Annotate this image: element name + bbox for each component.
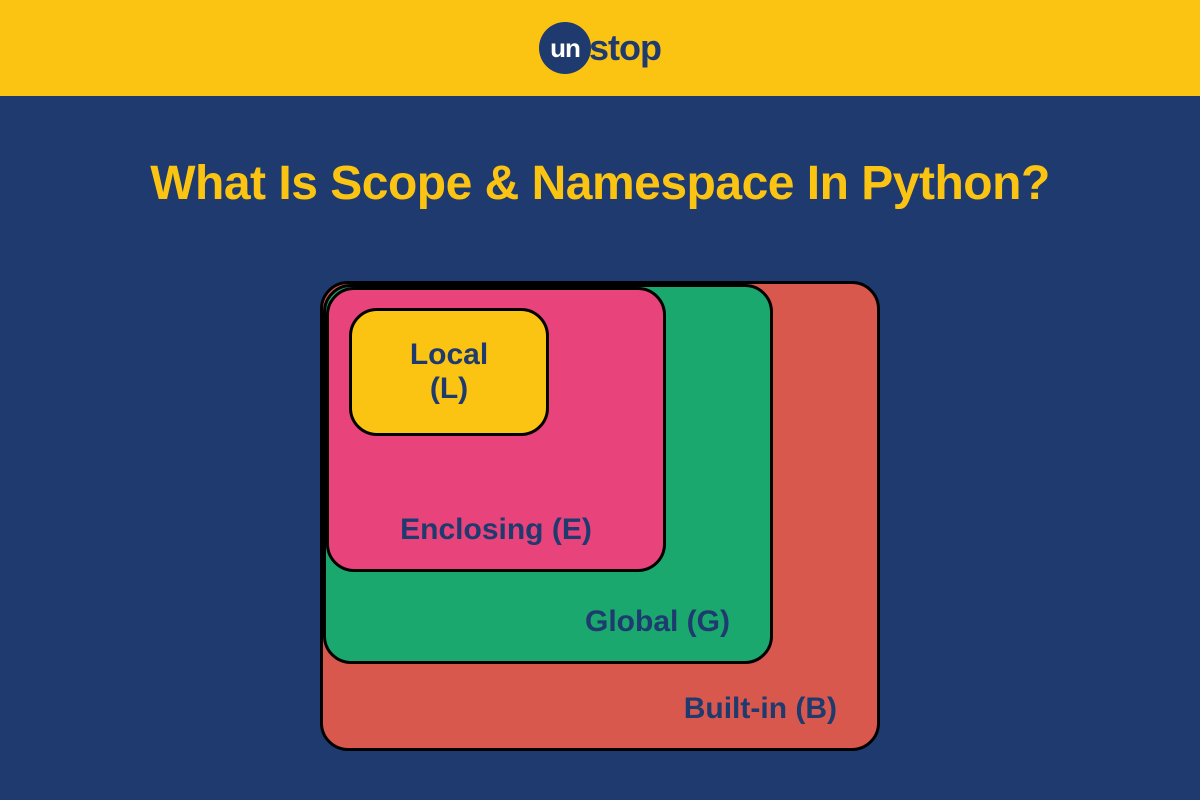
builtin-scope-label: Built-in (B) <box>684 692 837 726</box>
local-scope-box: Local (L) <box>349 308 549 436</box>
content-area: What Is Scope & Namespace In Python? Bui… <box>0 96 1200 751</box>
global-scope-box: Global (G) Enclosing (E) Local (L) <box>323 284 773 664</box>
header-bar: un stop <box>0 0 1200 96</box>
brand-logo: un stop <box>539 22 661 74</box>
enclosing-scope-label: Enclosing (E) <box>329 513 663 547</box>
logo-suffix: stop <box>589 27 661 69</box>
local-scope-label: Local (L) <box>410 338 488 407</box>
enclosing-scope-box: Enclosing (E) Local (L) <box>326 287 666 572</box>
scope-diagram: Built-in (B) Global (G) Enclosing (E) Lo… <box>320 281 880 751</box>
builtin-scope-box: Built-in (B) Global (G) Enclosing (E) Lo… <box>320 281 880 751</box>
logo-circle: un <box>539 22 591 74</box>
global-scope-label: Global (G) <box>585 605 730 639</box>
page-title: What Is Scope & Namespace In Python? <box>150 156 1050 211</box>
